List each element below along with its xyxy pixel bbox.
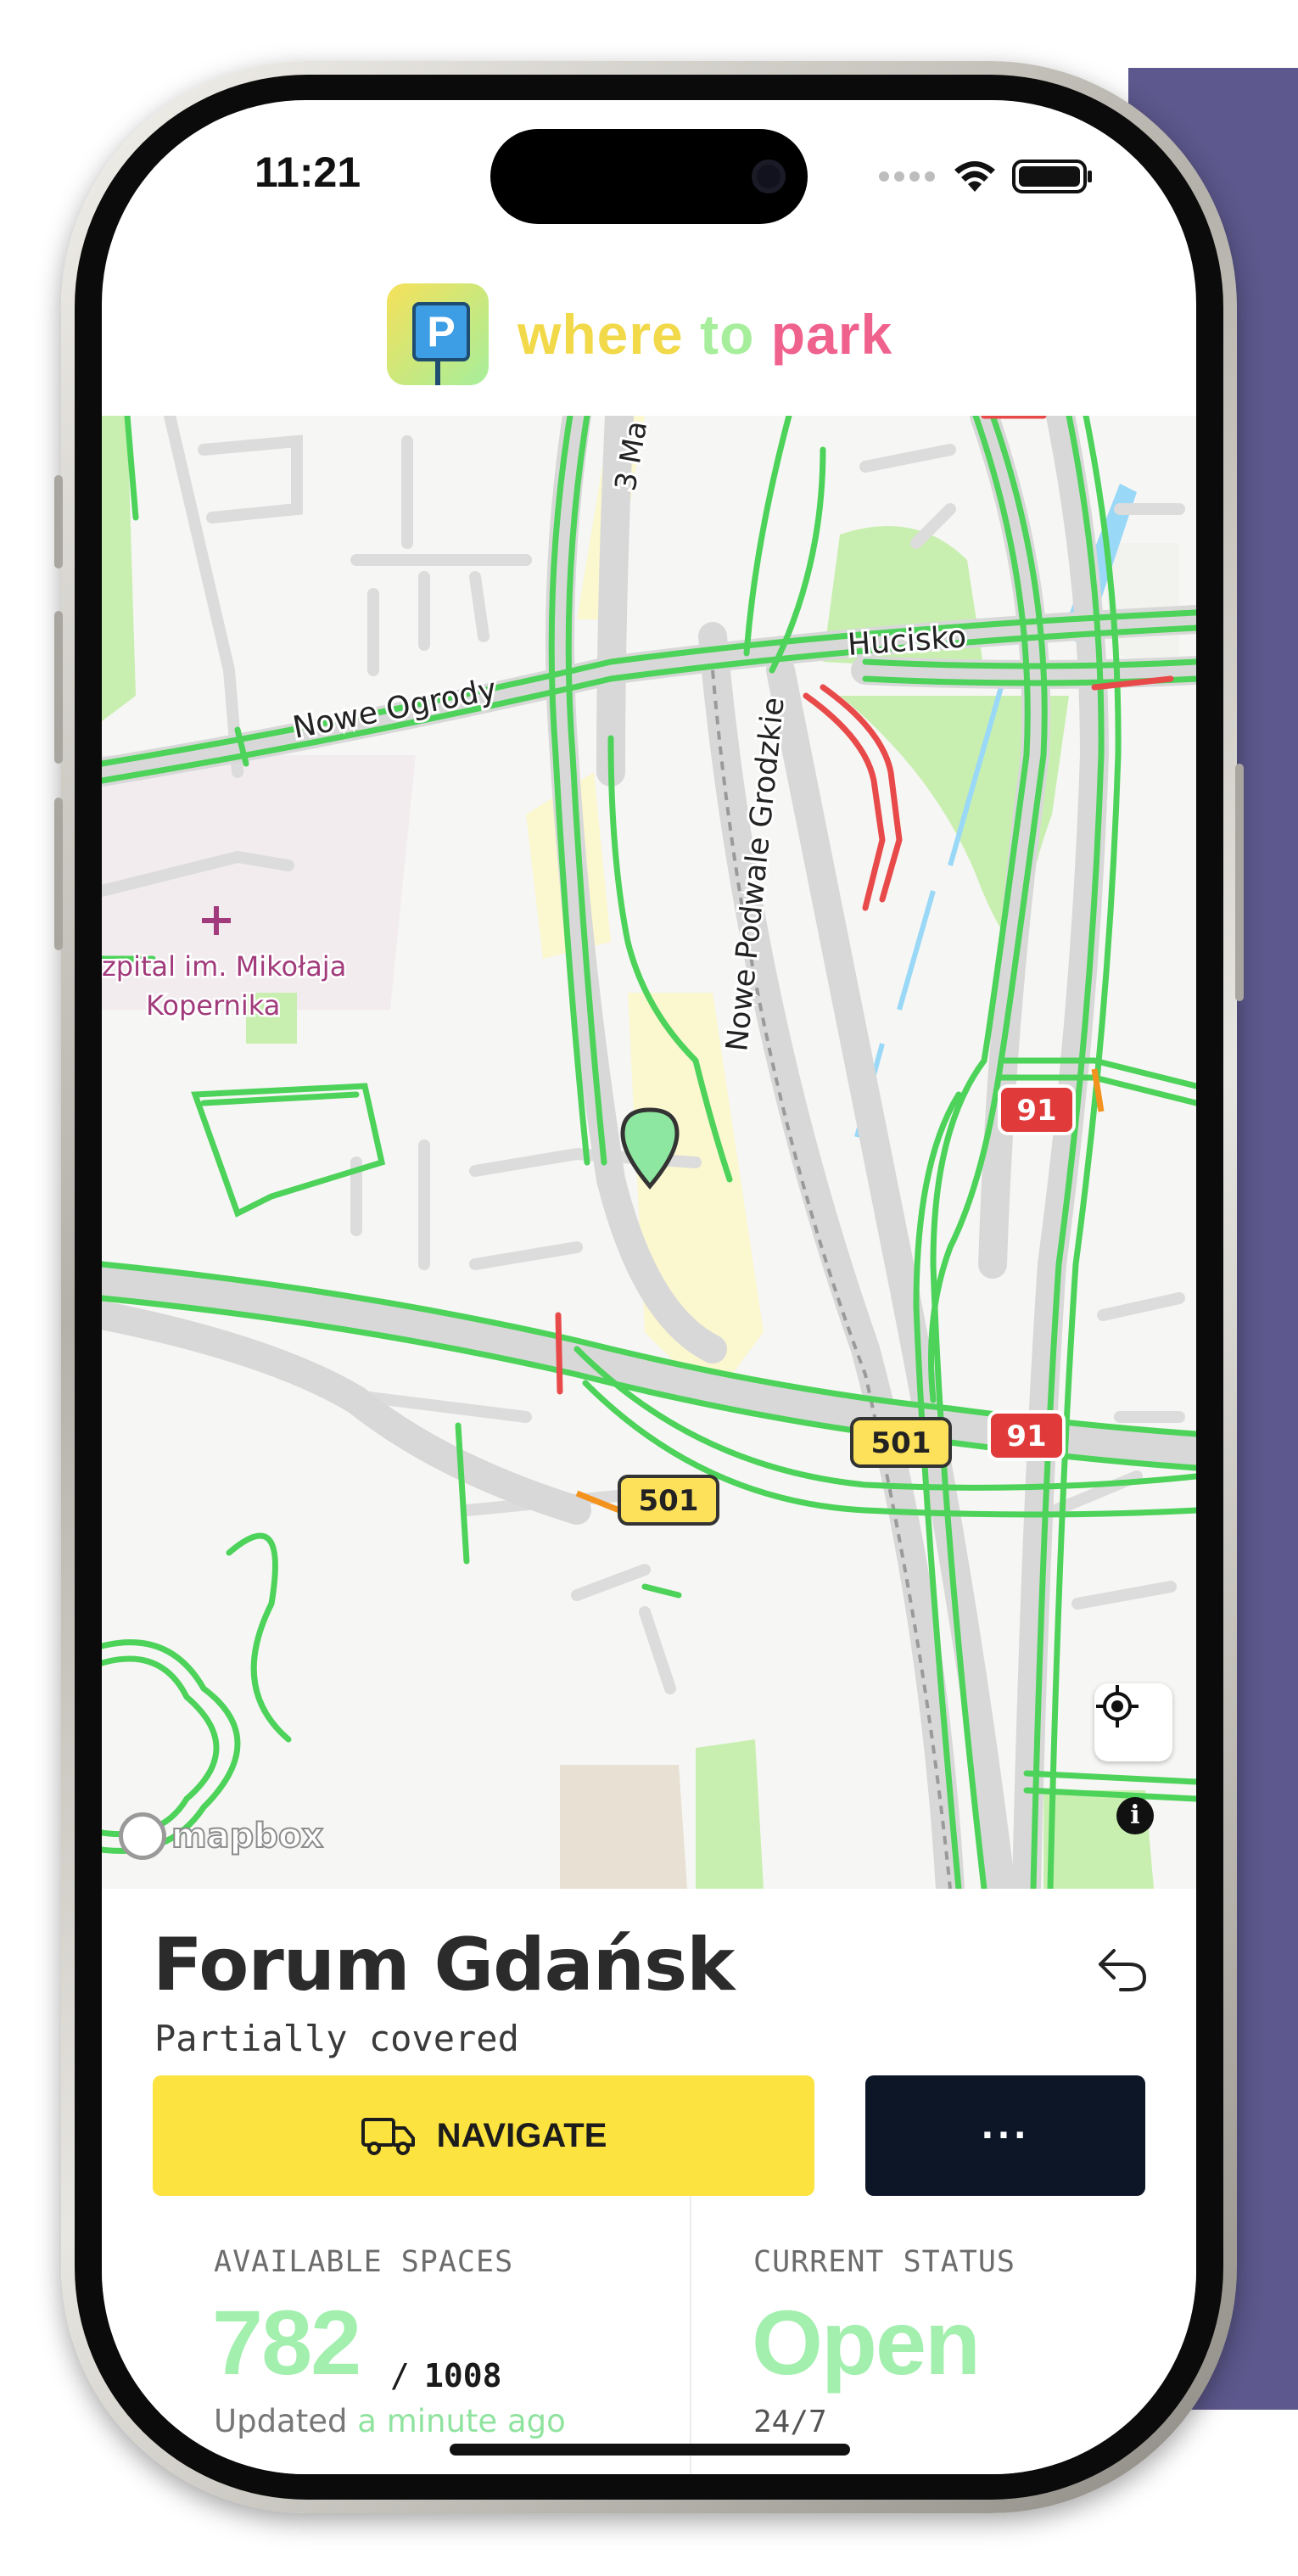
home-indicator[interactable]: [450, 2444, 850, 2456]
side-button: [1235, 764, 1244, 1001]
stats-divider: [690, 2196, 691, 2474]
current-status-label: CURRENT STATUS: [753, 2245, 1016, 2279]
status-icons: [878, 158, 1094, 195]
street-label: Nowe Ogrody: [290, 672, 500, 746]
app-name-word: to: [700, 303, 755, 366]
truck-icon: [361, 2118, 415, 2155]
back-button[interactable]: [1084, 1931, 1161, 2008]
camera-icon: [752, 160, 786, 193]
park-area: [696, 1739, 764, 1889]
phone-screen: 11:21 P where to park 3 Ma Nowe Ogrody H…: [102, 100, 1196, 2474]
logo-sign: P: [412, 302, 470, 361]
app-name-word: park: [770, 303, 893, 366]
battery-icon: [1012, 160, 1092, 193]
dynamic-island: [490, 129, 808, 224]
updated-prefix: Updated: [214, 2403, 348, 2439]
app-name-word: where: [518, 303, 684, 366]
more-button[interactable]: ···: [865, 2075, 1145, 2196]
logo-pole: [435, 361, 440, 385]
app-logo: P where to park: [387, 283, 892, 385]
road-shield-91: 91: [987, 1410, 1066, 1461]
mapbox-logo[interactable]: mapbox: [119, 1812, 324, 1860]
map-view[interactable]: 3 Ma Nowe Ogrody Hucisko Nowe Podwale Gr…: [102, 416, 1196, 1889]
total-spaces-value: 1008: [424, 2357, 502, 2394]
building-area: [560, 1765, 687, 1889]
locate-icon: [1096, 1685, 1139, 1728]
more-icon: ···: [981, 2116, 1030, 2155]
navigate-button[interactable]: NAVIGATE: [153, 2075, 814, 2196]
place-title: Forum Gdańsk: [153, 1923, 735, 2008]
road-shield-501: 501: [618, 1475, 719, 1526]
poi-label: zpital im. Mikołaja: [102, 950, 346, 983]
opening-hours: 24/7: [753, 2405, 827, 2439]
status-time: 11:21: [255, 148, 361, 196]
updated-when: a minute ago: [357, 2403, 566, 2439]
road-shield-501: 501: [850, 1417, 952, 1468]
available-spaces-label: AVAILABLE SPACES: [214, 2245, 514, 2279]
locate-button[interactable]: [1094, 1683, 1172, 1761]
parking-sign-icon: P: [387, 283, 489, 385]
side-button: [54, 798, 63, 950]
navigate-label: NAVIGATE: [436, 2116, 607, 2154]
app-name: where to park: [518, 302, 892, 367]
road-shield-91: 91: [998, 1084, 1076, 1135]
signal-dots-icon: [879, 171, 935, 182]
place-subtitle: Partially covered: [154, 2018, 519, 2059]
wifi-icon: [954, 161, 995, 192]
road-shield-label: 91: [1006, 1420, 1046, 1453]
info-icon[interactable]: i: [1116, 1797, 1154, 1834]
side-button: [54, 475, 63, 568]
mapbox-wordmark: mapbox: [171, 1816, 324, 1856]
road-shield-label: 91: [1016, 1094, 1056, 1128]
available-spaces-value: 782: [212, 2291, 361, 2394]
side-button: [54, 611, 63, 764]
undo-arrow-icon: [1099, 1949, 1147, 1991]
map-canvas: 3 Ma Nowe Ogrody Hucisko Nowe Podwale Gr…: [102, 416, 1196, 1889]
spaces-separator: /: [390, 2357, 410, 2394]
poi-label: Kopernika: [146, 989, 280, 1022]
road-shield-label: 501: [639, 1484, 699, 1518]
current-status-value: Open: [752, 2291, 981, 2394]
mapbox-icon: [119, 1812, 166, 1860]
details-sheet: Forum Gdańsk Partially covered NAVIGATE …: [102, 1889, 1196, 2474]
road-shield-label: 501: [871, 1426, 932, 1460]
updated-text: Updated a minute ago: [214, 2403, 566, 2439]
